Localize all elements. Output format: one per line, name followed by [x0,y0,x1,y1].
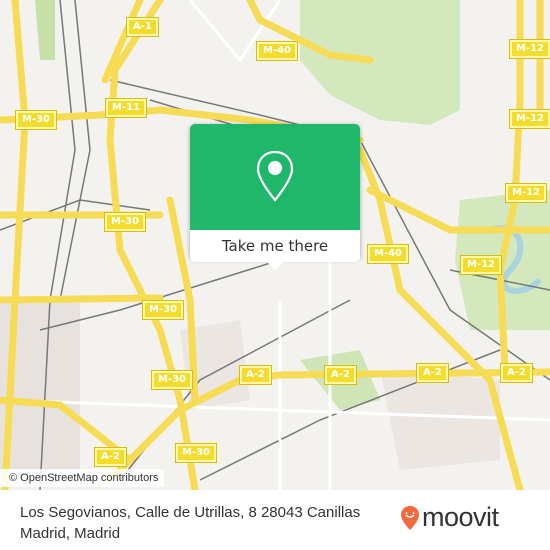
popup-header [190,124,360,230]
take-me-there-button[interactable]: Take me there [190,230,360,262]
road-label-a2: A-2 [500,363,533,383]
moovit-wordmark: moovit [422,502,499,532]
road-label-a2: A-2 [416,363,449,383]
road-label-m12: M-12 [508,109,550,129]
residential-area [380,370,500,470]
road-label-m40: M-40 [255,41,299,61]
park-area [35,0,55,60]
road-label-m30: M-30 [14,110,58,130]
address: Los Segovianos, Calle de Utrillas, 8 280… [20,502,400,544]
park-area [300,0,460,125]
address-line-2: Madrid, Madrid [20,525,121,542]
map-attribution[interactable]: © OpenStreetMap contributors [0,469,165,487]
map[interactable]: A-1 M-40 M-12 M-12 M-30 M-11 M-30 M-12 M… [0,0,550,490]
road-label-m30: M-30 [103,212,147,232]
moovit-logo[interactable]: moovit [400,502,499,533]
road-label-a2: A-2 [239,365,272,385]
road-label-m12: M-12 [508,39,550,59]
destination-popup: Take me there [190,124,360,270]
road-label-m30: M-30 [141,300,185,320]
road-label-m12: M-12 [459,255,503,275]
road-label-a2: A-2 [324,365,357,385]
road-label-m12: M-12 [504,183,548,203]
map-pin-icon [256,150,294,202]
road-label-m40: M-40 [366,244,410,264]
road-label-a1: A-1 [126,17,159,37]
popup-pointer [267,262,283,270]
address-line-1: Los Segovianos, Calle de Utrillas, 8 280… [20,504,361,521]
road-label-m30: M-30 [174,443,218,463]
road-label-m11: M-11 [104,98,148,118]
moovit-pin-icon [401,505,419,530]
road-label-m30: M-30 [150,370,194,390]
road-label-a2: A-2 [94,447,127,467]
